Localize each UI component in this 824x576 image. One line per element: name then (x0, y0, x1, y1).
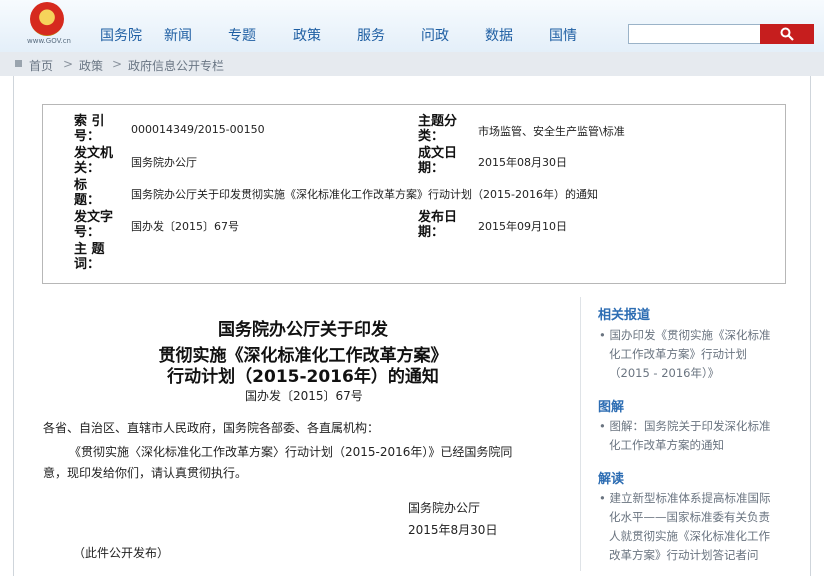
illustration-link[interactable]: • 图解：国务院关于印发深化标准 (599, 418, 770, 434)
title-value: 国务院办公厅关于印发贯彻实施《深化标准化工作改革方案》行动计划（2015-201… (131, 188, 598, 201)
doc-number-label: 发文字 (74, 210, 114, 225)
doc-number-value: 国办发〔2015〕67号 (131, 220, 239, 233)
sidebar-divider (580, 297, 581, 571)
keywords-label-cont: 词： (74, 257, 101, 272)
written-date-label: 成文日 (418, 146, 458, 161)
interpretation-link[interactable]: • 建立新型标准体系提高标准国际 (599, 490, 770, 506)
nav-item-data[interactable]: 数据 (485, 25, 513, 45)
nav-item-policy[interactable]: 政策 (293, 25, 321, 45)
signature-date: 2015年8月30日 (408, 523, 498, 537)
nav-item-services[interactable]: 服务 (357, 25, 385, 45)
breadcrumb: 首页 > 政策 > 政府信息公开专栏 (0, 52, 824, 76)
nav-item-inquiry[interactable]: 问政 (421, 25, 449, 45)
title-label: 标 (74, 178, 88, 193)
breadcrumb-policy[interactable]: 政策 (79, 57, 103, 74)
nav-item-state-council[interactable]: 国务院 (100, 25, 142, 45)
nav-item-news[interactable]: 新闻 (164, 25, 192, 45)
search-input[interactable] (628, 24, 766, 44)
index-label: 索 引 (74, 114, 105, 129)
publish-date-label: 发布日 (418, 210, 458, 225)
related-report-link[interactable]: • 国办印发《贯彻实施《深化标准 (599, 327, 770, 343)
search-icon (780, 27, 794, 41)
related-reports-heading[interactable]: 相关报道 (598, 304, 650, 323)
breadcrumb-home[interactable]: 首页 (29, 57, 53, 74)
keywords-label: 主 题 (74, 242, 105, 257)
title-label-cont: 题： (74, 193, 101, 208)
index-value: 000014349/2015-00150 (131, 123, 265, 136)
publish-date-label-cont: 期： (418, 225, 445, 240)
index-label-cont: 号： (74, 129, 101, 144)
written-date-label-cont: 期： (418, 161, 445, 176)
subject-value: 市场监管、安全生产监管\标准 (478, 125, 625, 138)
interpretation-link-cont[interactable]: 人就贯彻实施《深化标准化工作 (609, 528, 770, 544)
related-report-link-cont[interactable]: 化工作改革方案》行动计划 (609, 346, 747, 362)
interpretation-link-cont[interactable]: 化水平——国家标准委有关负责 (609, 509, 770, 525)
subject-label: 主题分 (418, 114, 458, 129)
subject-label-cont: 类： (418, 129, 445, 144)
site-header: www.GOV.cn 国务院 新闻 专题 政策 服务 问政 数据 国情 (0, 0, 824, 52)
publish-date-value: 2015年09月10日 (478, 220, 567, 233)
nav-item-topics[interactable]: 专题 (228, 25, 256, 45)
home-icon (15, 60, 22, 67)
breadcrumb-separator: > (63, 57, 74, 71)
interpretation-link-cont[interactable]: 改革方案》行动计划答记者问 (609, 547, 759, 563)
related-report-link-cont[interactable]: （2015 - 2016年）》 (609, 365, 719, 381)
document-number: 国办发〔2015〕67号 (245, 389, 363, 403)
doc-number-label-cont: 号： (74, 225, 101, 240)
nav-item-national-profile[interactable]: 国情 (549, 25, 577, 45)
document-title-line-3: 行动计划（2015-2016年）的通知 (167, 367, 439, 387)
publication-note: （此件公开发布） (73, 546, 170, 560)
body-paragraph-line-2: 意，现印发给你们，请认真贯彻执行。 (43, 466, 248, 480)
national-emblem-icon[interactable] (30, 2, 64, 36)
document-title-line-1: 国务院办公厅关于印发 (218, 320, 388, 340)
issuer-label-cont: 关： (74, 161, 101, 176)
site-url-label: www.GOV.cn (27, 37, 71, 45)
signature: 国务院办公厅 (408, 501, 481, 515)
search-button[interactable] (760, 24, 814, 44)
issuer-value: 国务院办公厅 (131, 156, 197, 169)
body-paragraph-line-1: 《贯彻实施〈深化标准化工作改革方案〉行动计划（2015-2016年）》已经国务院… (69, 445, 513, 459)
illustration-link-cont[interactable]: 化工作改革方案的通知 (609, 437, 724, 453)
breadcrumb-separator: > (112, 57, 123, 71)
issuer-label: 发文机 (74, 146, 114, 161)
breadcrumb-gov-info[interactable]: 政府信息公开专栏 (128, 57, 224, 74)
interpretation-heading[interactable]: 解读 (598, 468, 624, 487)
salutation: 各省、自治区、直辖市人民政府，国务院各部委、各直属机构： (43, 421, 380, 435)
illustration-heading[interactable]: 图解 (598, 396, 624, 415)
written-date-value: 2015年08月30日 (478, 156, 567, 169)
